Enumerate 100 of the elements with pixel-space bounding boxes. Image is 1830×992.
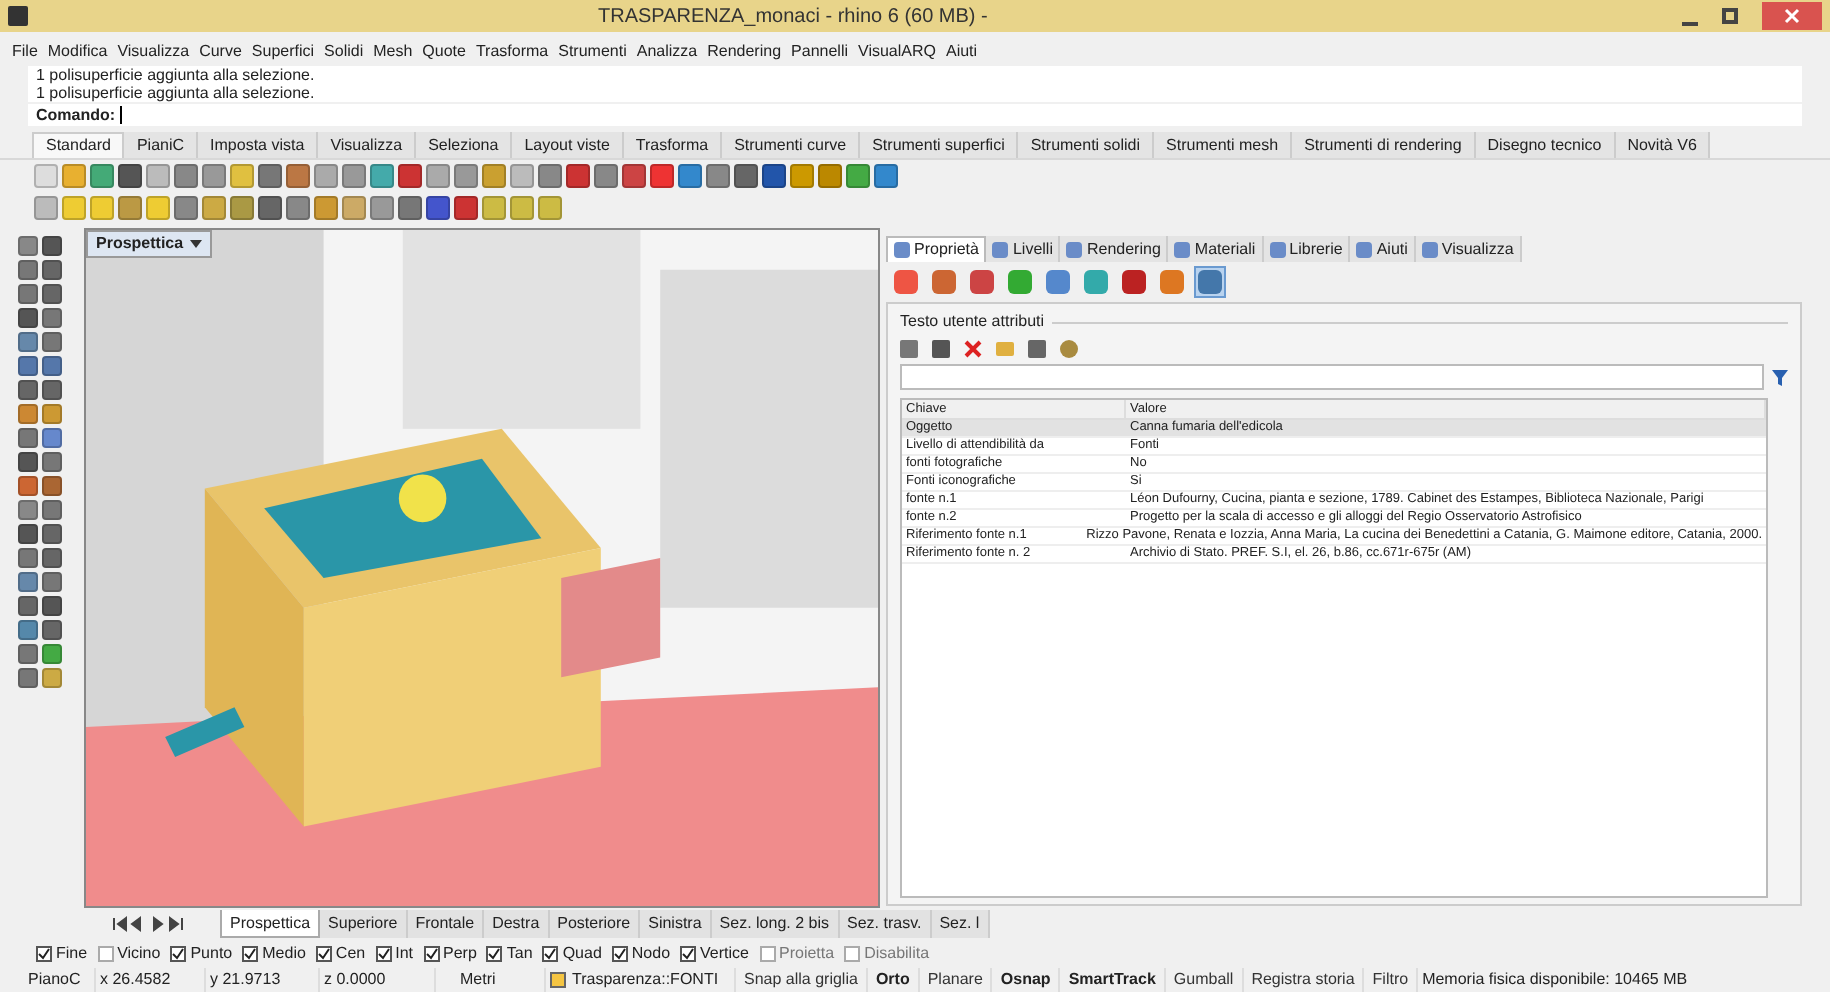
checkbox[interactable]	[315, 946, 332, 962]
menu-item[interactable]: Mesh	[373, 40, 413, 64]
status-toggle[interactable]: Osnap	[992, 968, 1061, 992]
toolbar-tab[interactable]: Strumenti solidi	[1018, 132, 1155, 158]
viewport-tab[interactable]: Superiore	[320, 910, 408, 938]
menu-item[interactable]: Pannelli	[791, 40, 848, 64]
panel-tab[interactable]: Materiali	[1168, 236, 1264, 262]
status-toggle[interactable]: Orto	[867, 968, 920, 992]
menu-item[interactable]: Analizza	[636, 40, 698, 64]
panel-tab[interactable]: Rendering	[1060, 236, 1169, 262]
toolbar-tab[interactable]: Strumenti superfici	[860, 132, 1019, 158]
checkbox[interactable]	[844, 946, 861, 962]
viewport-tab[interactable]: Destra	[484, 910, 550, 938]
menu-item[interactable]: Aiuti	[945, 40, 978, 64]
checkbox[interactable]	[375, 946, 392, 962]
menu-item[interactable]: Quote	[422, 40, 466, 64]
panel-tab[interactable]: Aiuti	[1350, 236, 1416, 262]
menu-item[interactable]: Solidi	[324, 40, 364, 64]
toolbar-tab[interactable]: Standard	[32, 132, 125, 158]
tool-icon[interactable]	[762, 164, 786, 188]
tool-icon[interactable]	[398, 196, 422, 220]
status-toggle[interactable]: Registra storia	[1243, 968, 1365, 992]
menu-item[interactable]: Superfici	[251, 40, 315, 64]
tool-icon[interactable]	[286, 196, 310, 220]
close-button[interactable]	[1762, 2, 1822, 30]
tool-icon[interactable]	[258, 196, 282, 220]
status-toggle[interactable]: Filtro	[1364, 968, 1419, 992]
viewport-tab[interactable]: Prospettica	[220, 910, 321, 938]
tool-icon[interactable]	[650, 164, 674, 188]
menu-item[interactable]: Trasforma	[475, 40, 549, 64]
tool-icon[interactable]	[874, 164, 898, 188]
status-toggle[interactable]: Gumball	[1165, 968, 1244, 992]
viewport-tab[interactable]: Posteriore	[549, 910, 641, 938]
property-page-button[interactable]	[1118, 266, 1150, 298]
tool-icon[interactable]	[846, 164, 870, 188]
menu-item[interactable]: Modifica	[47, 40, 108, 64]
property-page-button[interactable]	[1004, 266, 1036, 298]
tool-icon[interactable]	[258, 164, 282, 188]
viewport-tab[interactable]: Sez. l	[931, 910, 990, 938]
checkbox[interactable]	[486, 946, 503, 962]
toolbar-tab[interactable]: Strumenti mesh	[1154, 132, 1293, 158]
viewport-tab[interactable]: Sinistra	[640, 910, 712, 938]
tool-icon[interactable]	[174, 164, 198, 188]
tool-icon[interactable]	[594, 164, 618, 188]
menu-item[interactable]: File	[12, 40, 38, 64]
viewport[interactable]: Prospettica	[84, 228, 880, 908]
property-page-button[interactable]	[1080, 266, 1112, 298]
toolbar-tab[interactable]: Disegno tecnico	[1475, 132, 1616, 158]
status-toggle[interactable]: Planare	[919, 968, 993, 992]
tool-icon[interactable]	[622, 164, 646, 188]
tool-icon[interactable]	[538, 164, 562, 188]
tool-icon[interactable]	[454, 196, 478, 220]
filter-icon[interactable]	[1772, 369, 1788, 385]
checkbox[interactable]	[423, 946, 440, 962]
tool-icon[interactable]	[174, 196, 198, 220]
checkbox[interactable]	[36, 946, 52, 962]
panel-tab[interactable]: Visualizza	[1415, 236, 1522, 262]
toolbar-tab[interactable]: Layout viste	[512, 132, 624, 158]
toolbar-tab[interactable]: Visualizza	[318, 132, 417, 158]
panel-tab[interactable]: Livelli	[986, 236, 1061, 262]
toolbar-tab[interactable]: Trasforma	[623, 132, 723, 158]
checkbox[interactable]	[170, 946, 187, 962]
checkbox[interactable]	[611, 946, 628, 962]
checkbox[interactable]	[759, 946, 775, 962]
menu-item[interactable]: Strumenti	[558, 40, 627, 64]
filter-field[interactable]	[900, 364, 1764, 390]
menu-item[interactable]: Visualizza	[117, 40, 190, 64]
viewport-label[interactable]: Prospettica	[86, 230, 212, 258]
toolbar-tab[interactable]: Imposta vista	[198, 132, 319, 158]
panel-tab[interactable]: Proprietà	[886, 236, 987, 262]
toolbar-tab[interactable]: Seleziona	[416, 132, 513, 158]
property-page-button[interactable]	[966, 266, 998, 298]
delete-icon[interactable]	[964, 340, 982, 358]
plane-cell[interactable]: PianoC	[0, 968, 96, 992]
checkbox[interactable]	[680, 946, 697, 962]
menu-item[interactable]: Curve	[199, 40, 242, 64]
maximize-icon[interactable]	[1722, 8, 1738, 24]
tool-icon[interactable]	[426, 196, 450, 220]
property-page-button[interactable]	[1194, 266, 1226, 298]
command-field[interactable]: Comando:	[28, 104, 1802, 126]
tool-icon[interactable]	[818, 164, 842, 188]
toolbar-tab[interactable]: PianiC	[124, 132, 199, 158]
toolbar-tab[interactable]: Novità V6	[1615, 132, 1711, 158]
tool-icon[interactable]	[706, 164, 730, 188]
viewport-tab[interactable]: Sez. trasv.	[839, 910, 932, 938]
status-toggle[interactable]: SmartTrack	[1060, 968, 1166, 992]
property-page-button[interactable]	[1156, 266, 1188, 298]
panel-tab[interactable]: Librerie	[1263, 236, 1351, 262]
property-page-button[interactable]	[890, 266, 922, 298]
status-toggle[interactable]: Snap alla griglia	[736, 968, 868, 992]
property-page-button[interactable]	[1042, 266, 1074, 298]
checkbox[interactable]	[242, 946, 259, 962]
toolbar-tab[interactable]: Strumenti curve	[722, 132, 861, 158]
checkbox[interactable]	[97, 946, 114, 962]
menu-item[interactable]: Rendering	[707, 40, 782, 64]
layer-cell[interactable]: Trasparenza::FONTI	[572, 968, 719, 992]
tool-icon[interactable]	[566, 164, 590, 188]
tool-icon[interactable]	[398, 164, 422, 188]
tool-icon[interactable]	[286, 164, 310, 188]
tool-icon[interactable]	[734, 164, 758, 188]
